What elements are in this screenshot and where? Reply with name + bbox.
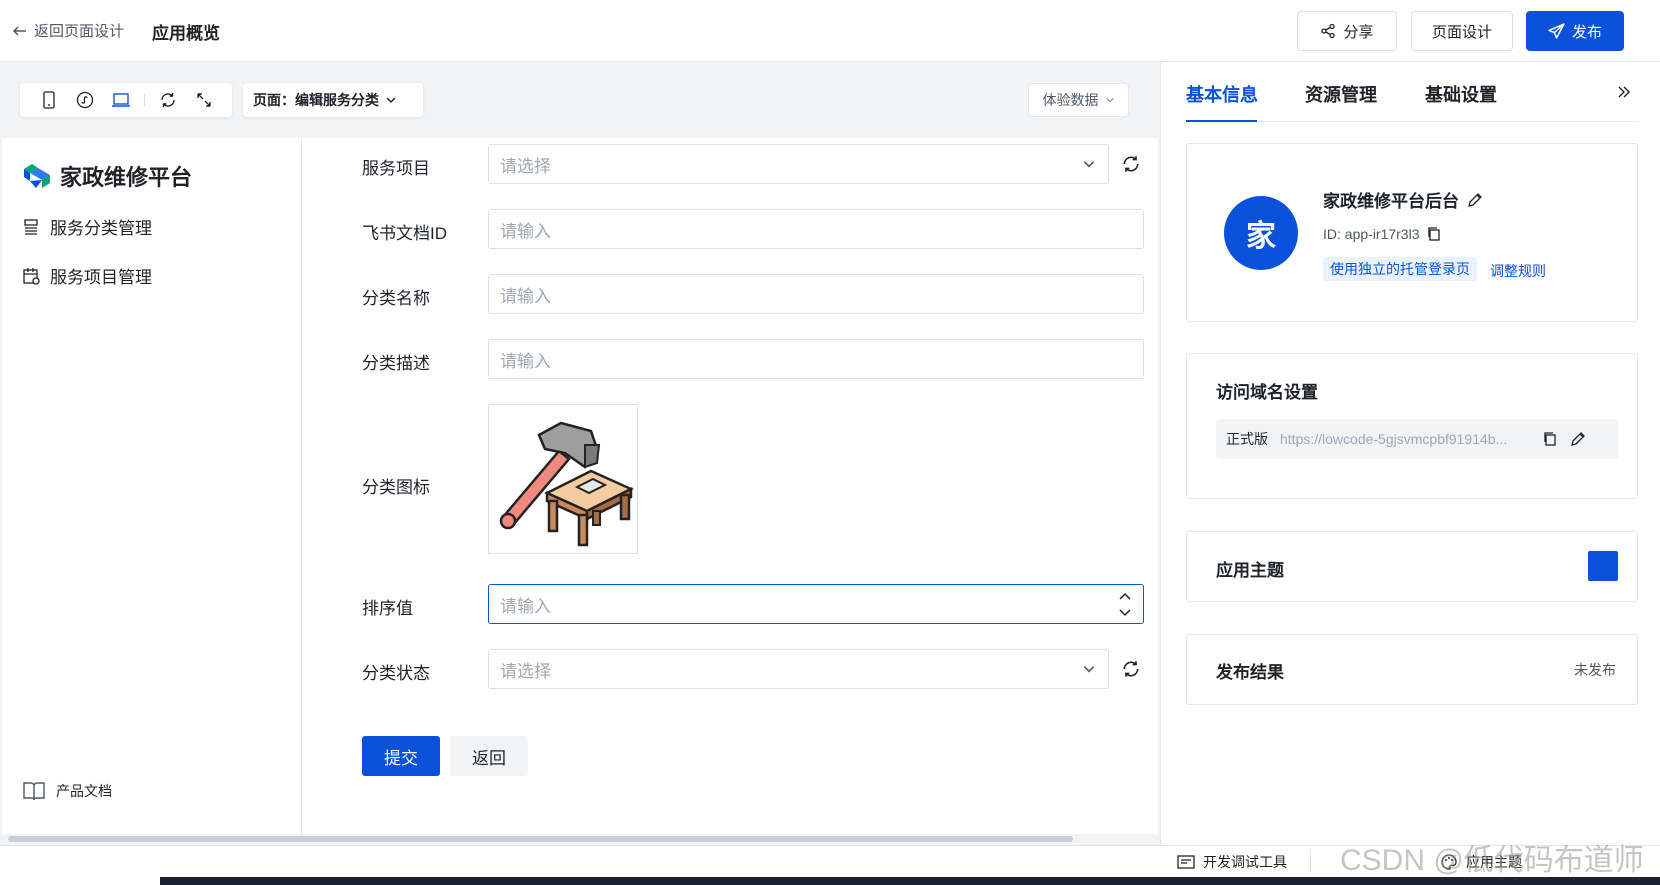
refresh-icon[interactable]	[153, 85, 183, 115]
page-design-button[interactable]: 页面设计	[1411, 11, 1513, 51]
experience-data-dropdown[interactable]: 体验数据	[1028, 83, 1129, 117]
tab-resource-management[interactable]: 资源管理	[1305, 81, 1377, 107]
input-placeholder: 请输入	[500, 351, 551, 371]
fullscreen-icon[interactable]	[189, 85, 219, 115]
copy-icon[interactable]	[1542, 431, 1558, 447]
devtools-button[interactable]: 开发调试工具	[1177, 852, 1287, 872]
submit-button[interactable]: 提交	[362, 736, 440, 776]
sort-value-input[interactable]: 请输入	[488, 584, 1144, 624]
select-placeholder: 请选择	[500, 156, 551, 176]
experience-data-label: 体验数据	[1042, 92, 1099, 108]
brand-name: 家政维修平台	[60, 165, 193, 190]
input-placeholder: 请输入	[500, 221, 551, 241]
select-placeholder: 请选择	[500, 661, 551, 681]
copy-icon[interactable]	[1426, 226, 1442, 242]
page-design-label: 页面设计	[1431, 23, 1492, 41]
field-label-doc-id: 飞书文档ID	[362, 224, 447, 243]
brand-logo-icon	[22, 163, 52, 189]
stepper-up-icon[interactable]	[1109, 587, 1141, 604]
category-icon	[22, 218, 40, 236]
devtools-label: 开发调试工具	[1203, 854, 1287, 870]
sidebar-item-category[interactable]: 服务分类管理	[22, 214, 152, 239]
preview-sidebar	[2, 138, 302, 835]
category-icon-upload[interactable]	[488, 404, 638, 554]
share-icon	[1320, 23, 1336, 39]
sidebar-item-label: 服务分类管理	[50, 219, 152, 238]
category-desc-input[interactable]: 请输入	[488, 339, 1144, 379]
mobile-icon[interactable]	[34, 85, 64, 115]
collapse-panel-icon[interactable]	[1616, 84, 1632, 100]
send-icon	[1548, 22, 1565, 40]
app-name: 家政维修平台后台	[1323, 187, 1483, 212]
edit-icon[interactable]	[1570, 431, 1586, 447]
book-icon	[22, 780, 46, 802]
doc-id-input[interactable]: 请输入	[488, 209, 1144, 249]
domain-row: 正式版 https://lowcode-5gjsvmcpbf91914b...	[1216, 419, 1618, 459]
field-label-category-desc: 分类描述	[362, 354, 430, 373]
desktop-icon[interactable]	[106, 85, 136, 115]
calendar-icon	[22, 267, 40, 285]
domain-title: 访问域名设置	[1216, 383, 1318, 402]
tab-basic-settings[interactable]: 基础设置	[1425, 81, 1497, 107]
form-back-button[interactable]: 返回	[450, 736, 528, 776]
field-label-sort: 排序值	[362, 599, 413, 618]
brand: 家政维修平台	[22, 160, 192, 192]
number-stepper	[1109, 587, 1141, 621]
chevron-down-icon	[1082, 662, 1096, 676]
back-label: 返回页面设计	[34, 23, 125, 40]
theme-color-swatch[interactable]	[1588, 551, 1618, 581]
domain-url: https://lowcode-5gjsvmcpbf91914b...	[1280, 431, 1508, 447]
publish-status: 未发布	[1574, 662, 1616, 678]
refresh-status-icon[interactable]	[1118, 656, 1144, 682]
refresh-service-icon[interactable]	[1118, 151, 1144, 177]
arrow-left-icon	[12, 23, 28, 39]
tab-basic-info[interactable]: 基本信息	[1186, 81, 1258, 107]
app-id-text: ID: app-ir17r3l3	[1323, 226, 1420, 242]
adjust-rules-link[interactable]: 调整规则	[1490, 261, 1546, 281]
theme-title: 应用主题	[1216, 561, 1284, 580]
product-doc-link[interactable]: 产品文档	[22, 780, 112, 802]
share-button[interactable]: 分享	[1297, 11, 1397, 51]
publish-label: 发布	[1571, 23, 1602, 41]
stepper-down-icon[interactable]	[1109, 604, 1141, 621]
bottom-divider	[1310, 850, 1311, 872]
field-label-service: 服务项目	[362, 159, 430, 178]
device-toolbar	[20, 83, 232, 117]
scrollbar-thumb[interactable]	[8, 836, 1073, 842]
chevron-down-icon	[385, 94, 397, 106]
watermark: CSDN @低代码布道师	[1340, 844, 1644, 877]
taskbar-strip	[160, 877, 1660, 885]
app-id: ID: app-ir17r3l3	[1323, 226, 1442, 242]
page-select-dropdown[interactable]: 页面：编辑服务分类	[243, 83, 423, 117]
share-label: 分享	[1343, 23, 1374, 41]
doc-label: 产品文档	[56, 783, 112, 799]
hosted-login-tag[interactable]: 使用独立的托管登录页	[1323, 257, 1477, 281]
category-name-input[interactable]: 请输入	[488, 274, 1144, 314]
sidebar-item-label: 服务项目管理	[50, 268, 152, 287]
field-label-status: 分类状态	[362, 664, 430, 683]
page-title: 应用概览	[152, 24, 220, 43]
page-select-label: 页面：编辑服务分类	[253, 92, 379, 108]
mini-program-icon[interactable]	[70, 85, 100, 115]
sidebar-item-service[interactable]: 服务项目管理	[22, 263, 152, 288]
back-to-page-design[interactable]: 返回页面设计	[12, 20, 124, 41]
service-select[interactable]: 请选择	[488, 144, 1109, 184]
field-label-category-name: 分类名称	[362, 289, 430, 308]
status-select[interactable]: 请选择	[488, 649, 1109, 689]
publish-button[interactable]: 发布	[1526, 11, 1624, 51]
field-label-category-icon: 分类图标	[362, 478, 430, 497]
app-name-text: 家政维修平台后台	[1323, 192, 1459, 211]
publish-title: 发布结果	[1216, 663, 1284, 682]
chevron-down-icon	[1082, 157, 1096, 171]
edit-icon[interactable]	[1467, 192, 1483, 208]
toolbar-divider	[144, 93, 145, 107]
hammer-table-icon	[499, 421, 634, 547]
app-avatar: 家	[1224, 196, 1298, 270]
env-badge: 正式版	[1226, 431, 1268, 447]
active-tab-indicator	[1186, 120, 1257, 122]
input-placeholder: 请输入	[500, 286, 551, 306]
console-icon	[1177, 854, 1195, 870]
input-placeholder: 请输入	[500, 596, 551, 616]
chevron-down-icon	[1105, 95, 1115, 105]
